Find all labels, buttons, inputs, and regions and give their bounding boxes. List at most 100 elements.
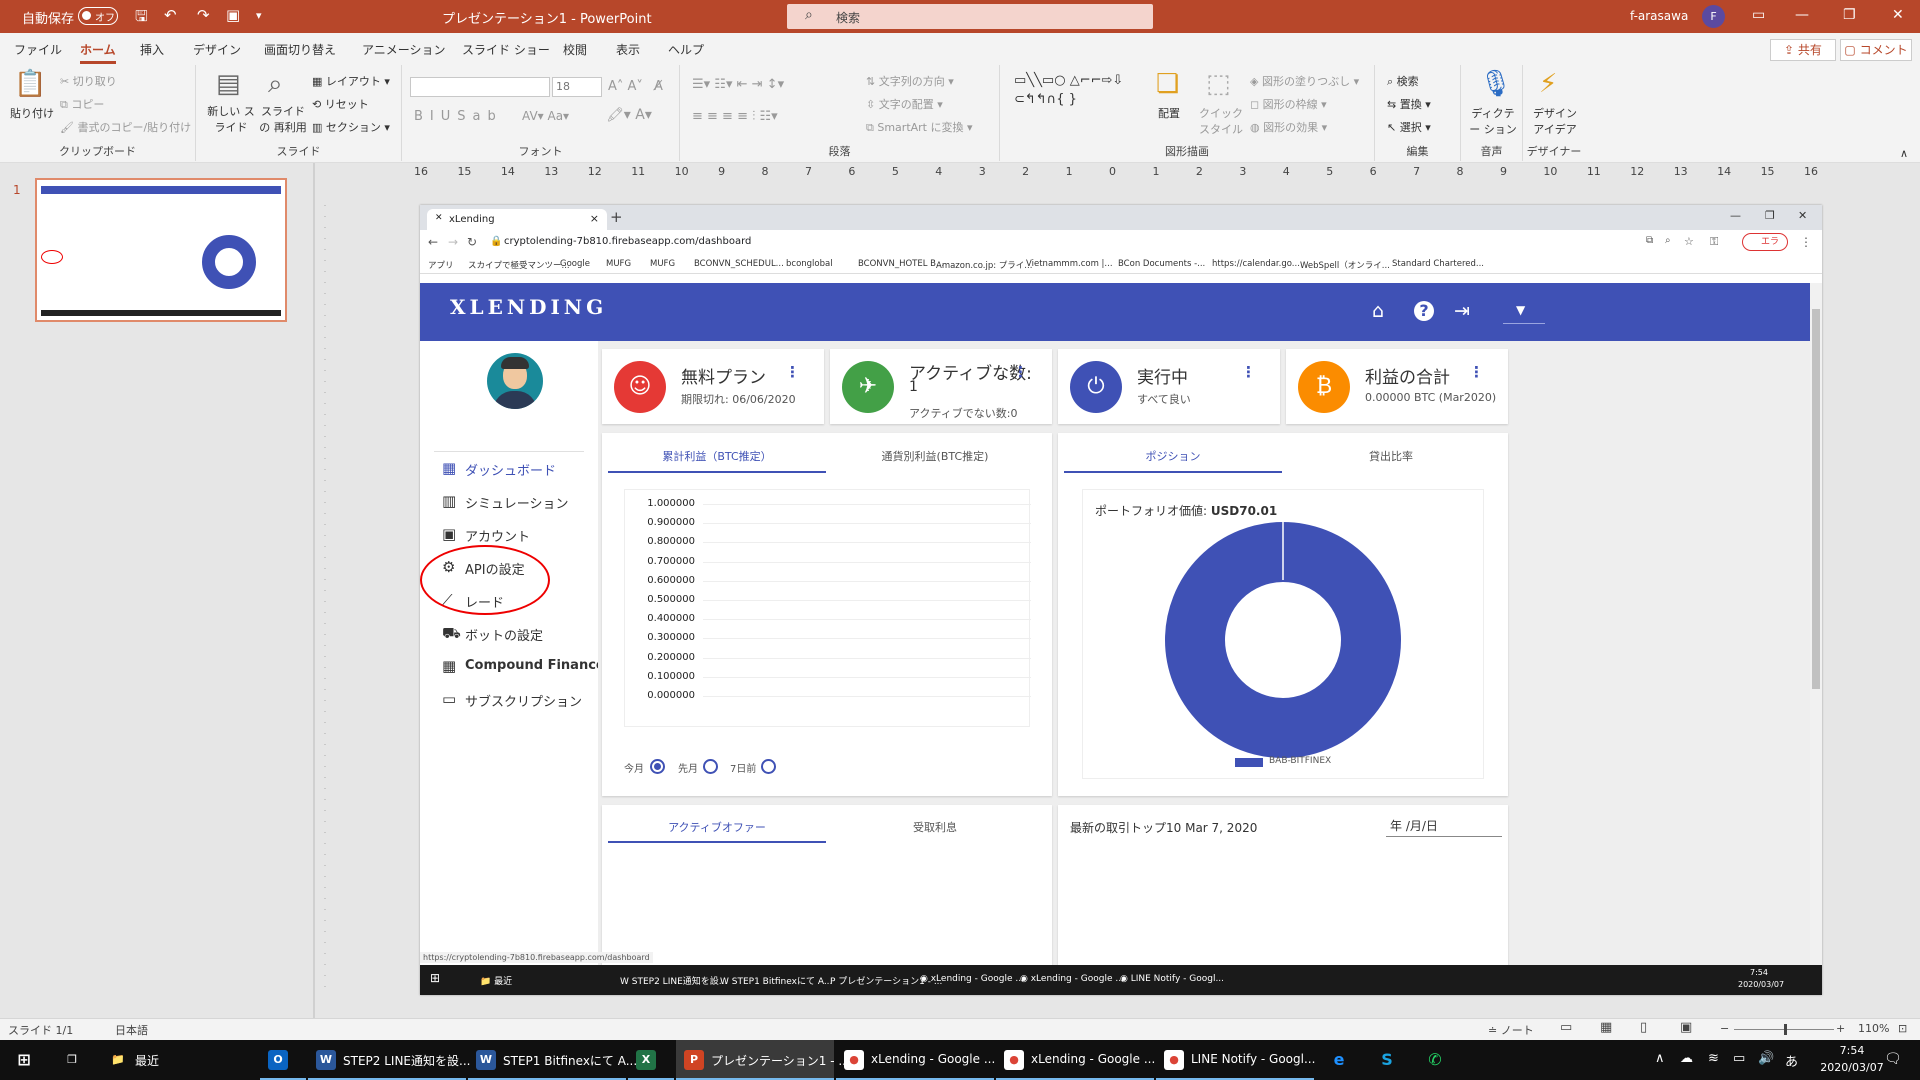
clock-date[interactable]: 2020/03/07: [1812, 1061, 1892, 1074]
format-painter-button[interactable]: 🖌 書式のコピー/貼り付け: [60, 119, 191, 135]
save-icon[interactable]: 🖫: [135, 6, 148, 31]
reuse-slides-button[interactable]: スライドの 再利用: [258, 103, 308, 135]
taskbar-item[interactable]: W STEP1 Bitfinexにて A...: [468, 1040, 637, 1080]
inner-taskbar-item[interactable]: W STEP2 LINE通知を設...: [620, 974, 727, 987]
redo-icon[interactable]: ↷: [197, 6, 210, 24]
browser-tab[interactable]: ✕ xLending ×: [427, 209, 607, 230]
inner-taskbar-item[interactable]: ◉ LINE Notify - Googl...: [1120, 974, 1224, 984]
slide-thumbnail[interactable]: [35, 178, 287, 322]
taskbar-item[interactable]: W STEP2 LINE通知を設...: [308, 1040, 470, 1080]
list-icons[interactable]: ☰▾ ☷▾ ⇤ ⇥ ↕▾: [692, 77, 784, 92]
battery-icon[interactable]: ▭: [1733, 1051, 1745, 1066]
bookmark-item[interactable]: アプリ: [428, 259, 454, 271]
bookmark-item[interactable]: BCONVN_SCHEDUL...: [694, 259, 784, 269]
date-input[interactable]: 年 /月/日: [1386, 813, 1502, 837]
taskbar-item[interactable]: ● LINE Notify - Googl...: [1156, 1040, 1315, 1080]
font-size-select[interactable]: 18: [552, 77, 602, 97]
back-icon[interactable]: ←: [428, 235, 438, 249]
design-ideas-button[interactable]: デザイン アイデア: [1529, 105, 1581, 137]
share-button[interactable]: ⇪ 共有: [1770, 39, 1836, 61]
paste-button[interactable]: 貼り付け: [10, 105, 54, 121]
ime-indicator[interactable]: あ: [1785, 1051, 1798, 1070]
home-icon[interactable]: ⌂: [1372, 300, 1384, 322]
zoom-out-icon[interactable]: −: [1720, 1022, 1729, 1035]
skype-taskbar-button[interactable]: S: [1364, 1040, 1410, 1080]
outlook-taskbar-button[interactable]: O: [260, 1040, 306, 1080]
more-options-icon[interactable]: ⋮: [1241, 363, 1256, 381]
layout-button[interactable]: ▦ レイアウト ▾: [312, 73, 390, 89]
zoom-slider[interactable]: [1734, 1024, 1834, 1035]
new-tab-icon[interactable]: +: [610, 208, 623, 226]
notification-icon[interactable]: 🗨: [1884, 1051, 1902, 1067]
tab-cumulative-profit[interactable]: 累計利益（BTC推定）: [608, 448, 826, 464]
tab-home[interactable]: ホーム: [80, 41, 116, 64]
clear-format-icon[interactable]: A̸: [654, 79, 663, 94]
more-options-icon[interactable]: ⋮: [785, 363, 800, 381]
minimize-icon[interactable]: —: [1730, 209, 1741, 222]
tab-file[interactable]: ファイル: [14, 41, 62, 58]
slideshow-view-icon[interactable]: ▣: [1680, 1020, 1692, 1035]
tab-interest-received[interactable]: 受取利息: [826, 819, 1044, 835]
bookmark-item[interactable]: Amazon.co.jp: プライ...: [936, 259, 1032, 271]
cut-button[interactable]: ✂ 切り取り: [60, 73, 117, 89]
user-name[interactable]: f-arasawa: [1630, 9, 1688, 23]
network-alert-icon[interactable]: ☁: [1680, 1051, 1693, 1066]
more-options-icon[interactable]: ⋮: [1013, 363, 1028, 381]
bookmark-item[interactable]: スカイプで極受マンツー...: [468, 259, 570, 271]
profile-error-button[interactable]: エラー: [1742, 233, 1788, 263]
language-indicator[interactable]: 日本語: [115, 1022, 148, 1038]
dictate-button[interactable]: ディクテー ション: [1467, 105, 1519, 137]
menu-icon[interactable]: ⋮: [1800, 235, 1812, 249]
autosave-toggle[interactable]: オフ: [78, 7, 118, 25]
tray-overflow-icon[interactable]: ∧: [1655, 1051, 1665, 1066]
restore-icon[interactable]: ❐: [1765, 209, 1775, 222]
bookmark-item[interactable]: Vietnammm.com |...: [1026, 259, 1113, 269]
tab-profit-by-currency[interactable]: 通貨別利益(BTC推定): [826, 448, 1044, 464]
bookmark-item[interactable]: bconglobal: [786, 259, 833, 269]
tab-design[interactable]: デザイン: [193, 41, 241, 58]
wifi-icon[interactable]: ≋: [1708, 1051, 1719, 1066]
font-name-select[interactable]: [410, 77, 550, 97]
text-direction-button[interactable]: ⇅ 文字列の方向 ▾: [866, 73, 954, 89]
browser-scrollbar[interactable]: [1810, 283, 1822, 965]
tab-active-offers[interactable]: アクティブオファー: [608, 819, 826, 835]
reset-button[interactable]: ⟲ リセット: [312, 96, 369, 112]
close-icon[interactable]: ✕: [1892, 7, 1904, 23]
translate-icon[interactable]: ⧉: [1646, 235, 1653, 246]
shape-effects-button[interactable]: ◍ 図形の効果 ▾: [1250, 119, 1327, 135]
url-field[interactable]: cryptolending-7b810.firebaseapp.com/dash…: [504, 236, 751, 247]
notes-button[interactable]: ≐ ノート: [1488, 1022, 1534, 1038]
bookmark-item[interactable]: WebSpell（オンライ...: [1300, 259, 1390, 271]
bookmark-item[interactable]: Google: [560, 259, 590, 269]
new-slide-button[interactable]: 新しい スライド: [206, 103, 256, 135]
bookmark-item[interactable]: BCon Documents -...: [1118, 259, 1205, 269]
section-button[interactable]: ▥ セクション ▾: [312, 119, 390, 135]
bookmark-item[interactable]: MUFG: [650, 259, 675, 269]
inner-taskbar-item[interactable]: ◉ xLending - Google ...: [920, 974, 1024, 984]
help-icon[interactable]: ?: [1414, 301, 1434, 321]
tab-review[interactable]: 校閲: [563, 41, 587, 58]
comment-button[interactable]: ▢ コメント: [1840, 39, 1912, 61]
align-text-button[interactable]: ⇳ 文字の配置 ▾: [866, 96, 943, 112]
tab-position[interactable]: ポジション: [1064, 448, 1282, 464]
undo-icon[interactable]: ↶: [164, 6, 177, 24]
bookmark-item[interactable]: BCONVN_HOTEL B...: [858, 259, 944, 269]
taskbar-item[interactable]: ● xLending - Google ...: [996, 1040, 1155, 1080]
clock-time[interactable]: 7:54: [1812, 1044, 1892, 1057]
customize-qat-icon[interactable]: ▾: [256, 9, 262, 22]
tab-help[interactable]: ヘルプ: [668, 41, 704, 58]
replace-button[interactable]: ⇆ 置換 ▾: [1387, 96, 1431, 112]
shape-fill-button[interactable]: ◈ 図形の塗りつぶし ▾: [1250, 73, 1359, 89]
inner-taskbar-item[interactable]: ◉ xLending - Google ...: [1020, 974, 1124, 984]
task-view-button[interactable]: ❐: [48, 1040, 96, 1080]
close-icon[interactable]: ✕: [1798, 209, 1807, 222]
quick-styles-button[interactable]: クイック スタイル: [1196, 105, 1246, 137]
arrange-button[interactable]: 配置: [1158, 105, 1180, 121]
fit-to-window-icon[interactable]: ⊡: [1898, 1022, 1907, 1035]
star-icon[interactable]: ☆: [1684, 235, 1694, 248]
zoom-icon[interactable]: ⌕: [1665, 235, 1671, 246]
logout-icon[interactable]: ⇥: [1454, 300, 1470, 322]
taskbar-item[interactable]: P プレゼンテーション1 - ...: [676, 1040, 850, 1080]
reading-view-icon[interactable]: ▯: [1640, 1020, 1647, 1035]
dropdown-icon[interactable]: ▼: [1516, 303, 1525, 317]
